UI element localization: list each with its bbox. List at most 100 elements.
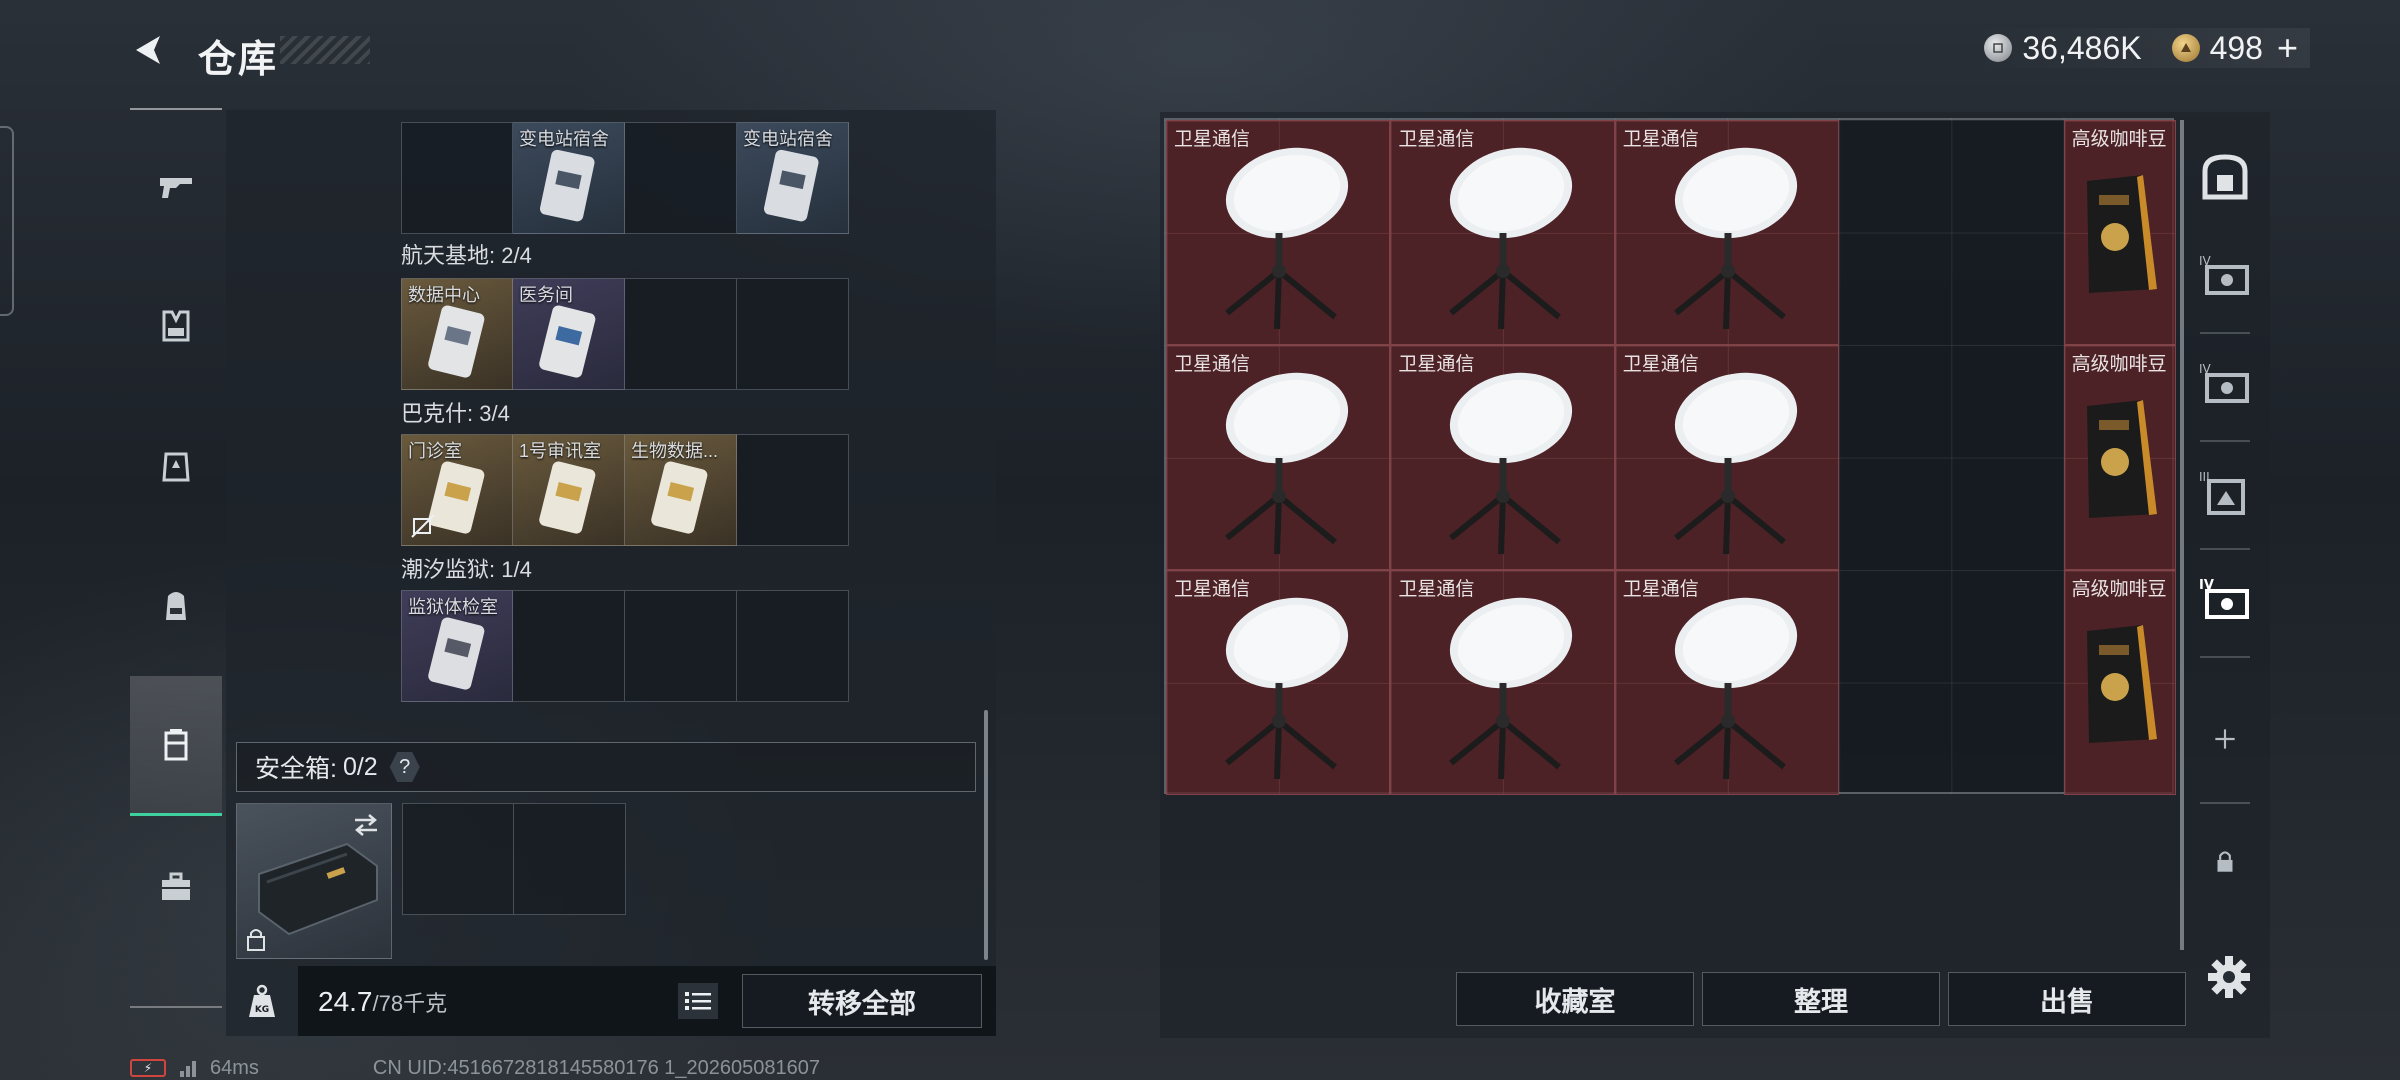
keycard-label: 医务间 — [519, 285, 573, 305]
stash-item-satellite-comm[interactable]: 卫星通信 — [1166, 570, 1391, 795]
keycard-label: 生物数据... — [631, 441, 719, 461]
safe-slot-empty[interactable] — [402, 803, 514, 915]
stash-item-satellite-comm[interactable]: 卫星通信 — [1390, 345, 1615, 570]
nav-weapons[interactable] — [130, 116, 222, 256]
add-currency-button[interactable]: + — [2277, 27, 2298, 69]
keycard-slot[interactable]: 门诊室 — [401, 434, 513, 546]
keycard-group-label: 巴克什: 3/4 — [401, 401, 510, 426]
keycard-row: 门诊室 1号审讯室 生物数据... — [401, 434, 849, 546]
keycard-panel: 变电站宿舍 变电站宿舍 航天基地: 2/4 数据中心 医务间 巴克什: 3/4 … — [226, 110, 996, 1036]
item-name: 卫星通信 — [1398, 579, 1475, 600]
sell-button[interactable]: 出售 — [1948, 972, 2186, 1026]
lock-icon — [2217, 851, 2233, 872]
stash-tab-iv-2[interactable]: IV — [2190, 350, 2260, 420]
item-name: 高级咖啡豆 — [2071, 354, 2167, 375]
keycard-slot[interactable]: 监狱体检室 — [401, 590, 513, 702]
keycard-label: 门诊室 — [408, 441, 462, 461]
nav-toolbox[interactable] — [130, 816, 222, 956]
settings-button[interactable] — [2204, 952, 2254, 1002]
nav-divider — [130, 108, 222, 110]
item-name: 卫星通信 — [1174, 129, 1251, 150]
keycard-slot-empty[interactable] — [737, 434, 849, 546]
keycard-icon — [651, 461, 708, 534]
coffee-bag-icon — [2086, 400, 2157, 518]
stash-item-satellite-comm[interactable]: 卫星通信 — [1390, 120, 1615, 345]
help-button[interactable]: ? — [389, 752, 420, 782]
keycard-slot-empty[interactable] — [625, 122, 737, 234]
keycard-slot-empty[interactable] — [737, 278, 849, 390]
keycard-slot[interactable]: 变电站宿舍 — [513, 122, 625, 234]
keycard-group-label: 潮汐监狱: 1/4 — [401, 557, 532, 582]
item-name: 高级咖啡豆 — [2071, 129, 2167, 150]
left-scrollbar[interactable] — [984, 710, 988, 960]
side-edge-tab[interactable] — [0, 126, 14, 316]
locked-stash-tab[interactable] — [2190, 826, 2260, 896]
sidebar-divider — [2200, 802, 2250, 804]
stash-item-satellite-comm[interactable]: 卫星通信 — [1614, 345, 1840, 570]
item-name: 卫星通信 — [1398, 129, 1475, 150]
left-category-nav — [130, 108, 222, 1008]
keycard-slot[interactable]: 1号审讯室 — [513, 434, 625, 546]
stash-item-coffee-beans[interactable]: 高级咖啡豆 — [2063, 345, 2176, 570]
swap-icon[interactable] — [351, 812, 381, 838]
coffee-bag-icon — [2086, 625, 2157, 743]
keycard-slot-empty[interactable] — [625, 590, 737, 702]
keycard-slot-empty[interactable] — [737, 590, 849, 702]
uid-text: CN UID:4516672818145580176 1_20260508160… — [372, 1056, 820, 1079]
stash-item-satellite-comm[interactable]: 卫星通信 — [1166, 345, 1391, 570]
keycard-slot-empty[interactable] — [513, 590, 625, 702]
keycard-row: 变电站宿舍 变电站宿舍 — [401, 122, 849, 234]
keycard-slot-empty[interactable] — [625, 278, 737, 390]
keycard-label: 变电站宿舍 — [519, 129, 609, 149]
keycard-row: 监狱体检室 — [401, 590, 849, 702]
tier-iv-case-icon: IV — [2199, 578, 2249, 619]
stash-tab-iii[interactable]: III — [2190, 458, 2260, 528]
nav-armor[interactable] — [130, 396, 222, 536]
keycard-slot[interactable]: 生物数据... — [625, 434, 737, 546]
toolbox-icon — [162, 872, 190, 900]
stash-item-coffee-beans[interactable]: 高级咖啡豆 — [2063, 120, 2176, 345]
nav-vest[interactable] — [130, 256, 222, 396]
keycard-icon — [763, 149, 819, 222]
keycard-slot-empty[interactable] — [401, 122, 513, 234]
stash-item-satellite-comm[interactable]: 卫星通信 — [1166, 120, 1391, 345]
sidebar-divider — [2200, 332, 2250, 334]
add-stash-tab-button[interactable] — [2190, 704, 2260, 774]
collection-room-button[interactable]: 收藏室 — [1456, 972, 1694, 1026]
item-name: 卫星通信 — [1174, 579, 1251, 600]
sidebar-divider — [2200, 656, 2250, 658]
satellite-dish-icon — [1225, 147, 1349, 330]
gold-currency-value: 498 — [2209, 29, 2263, 66]
backpack-icon — [166, 592, 186, 620]
item-name: 高级咖啡豆 — [2071, 579, 2167, 600]
nav-backpack[interactable] — [130, 536, 222, 676]
organize-button[interactable]: 整理 — [1702, 972, 1940, 1026]
back-button[interactable] — [130, 30, 170, 70]
keycard-slot[interactable]: 数据中心 — [401, 278, 513, 390]
safe-slot-empty[interactable] — [514, 803, 626, 915]
stash-tab-iv-active[interactable]: IV — [2190, 566, 2260, 636]
safe-icon — [2202, 154, 2248, 200]
container-icon — [164, 728, 188, 760]
keycard-group-label: 航天基地: 2/4 — [401, 243, 532, 268]
safe-case-item[interactable] — [236, 803, 392, 959]
stash-item-satellite-comm[interactable]: 卫星通信 — [1614, 120, 1840, 345]
satellite-dish-icon — [1449, 597, 1573, 780]
weight-bar: KG 24.7/78千克 转移全部 — [226, 966, 996, 1036]
keycard-icon — [539, 305, 596, 378]
sidebar-divider — [2200, 548, 2250, 550]
keycard-slot[interactable]: 变电站宿舍 — [737, 122, 849, 234]
stash-item-satellite-comm[interactable]: 卫星通信 — [1614, 570, 1840, 795]
satellite-dish-icon — [1673, 372, 1797, 555]
weight-current: 24.7 — [318, 986, 373, 1017]
transfer-all-button[interactable]: 转移全部 — [742, 974, 982, 1028]
stash-tab-safe[interactable] — [2190, 142, 2260, 212]
nav-container[interactable] — [130, 676, 222, 816]
stash-tab-iv-1[interactable]: IV — [2190, 242, 2260, 312]
stash-item-coffee-beans[interactable]: 高级咖啡豆 — [2063, 570, 2176, 795]
keycard-slot[interactable]: 医务间 — [513, 278, 625, 390]
list-view-button[interactable] — [678, 983, 718, 1019]
ping-text: 64ms — [210, 1056, 259, 1079]
stash-item-satellite-comm[interactable]: 卫星通信 — [1390, 570, 1615, 795]
item-name: 卫星通信 — [1398, 354, 1475, 375]
